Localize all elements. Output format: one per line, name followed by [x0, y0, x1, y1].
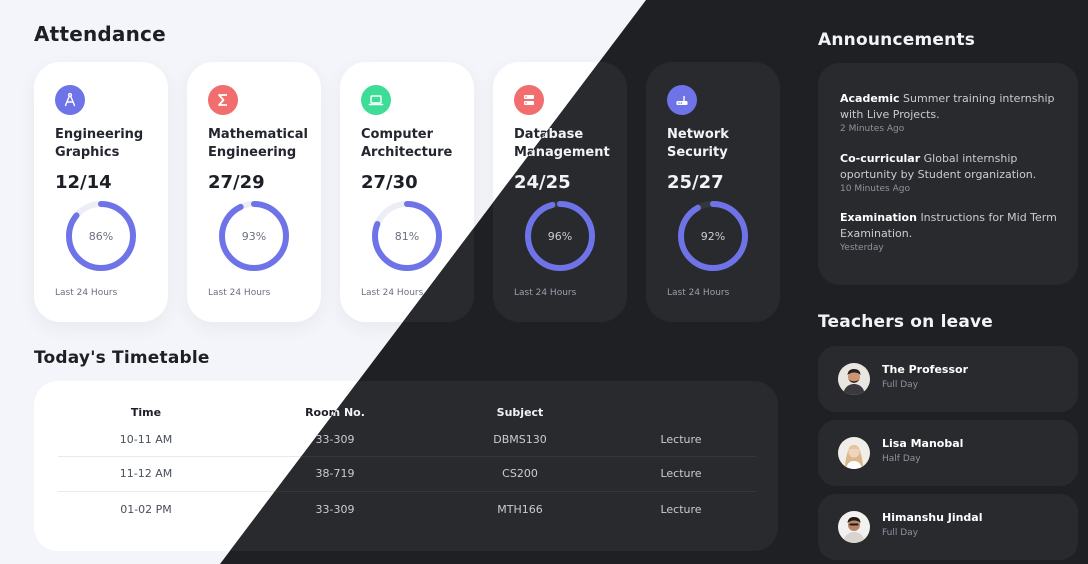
attendance-count: 27/29 [208, 172, 265, 193]
avatar [838, 363, 870, 395]
table-cell-subject: DBMS130 [493, 433, 547, 446]
teacher-name: The Professor [882, 363, 968, 376]
course-name: Engineering Graphics [55, 127, 144, 160]
course-name: Computer Architecture [361, 127, 453, 160]
attendance-percent: 93% [241, 229, 267, 243]
attendance-card[interactable]: Network Security 25/27 92% Last 24 Hours [646, 62, 780, 322]
table-cell-subject: CS200 [502, 467, 538, 480]
leave-duration: Full Day [882, 528, 919, 538]
attendance-card[interactable]: Engineering Graphics 12/14 86% Last 24 Hour… [34, 62, 168, 322]
announcement-item[interactable]: Academic Summer training internship with… [840, 91, 1062, 134]
table-cell-time: 11-12 AM [119, 467, 173, 480]
attendance-percent: 81% [394, 229, 420, 243]
attendance-percent: 92% [700, 229, 726, 243]
router-icon [667, 85, 697, 115]
leave-duration: Full Day [882, 380, 919, 390]
compass-icon [55, 85, 85, 115]
table-cell-time: 10-11 AM [119, 433, 173, 446]
attendance-percent: 96% [547, 229, 573, 243]
table-cell-room: 33-309 [315, 503, 355, 516]
card-footer: Last 24 Hours [55, 288, 118, 298]
attendance-title: Attendance [34, 22, 166, 46]
teacher-card[interactable]: The Professor Full Day [818, 346, 1078, 412]
laptop-icon [361, 85, 391, 115]
teachers-on-leave-title: Teachers on leave [818, 312, 994, 332]
attendance-percent: 86% [88, 229, 114, 243]
attendance-count: 27/30 [361, 172, 418, 193]
announcement-category: Co-curricular [840, 152, 921, 165]
teacher-card[interactable]: Lisa Manobal Half Day [818, 420, 1078, 486]
sigma-icon [208, 85, 238, 115]
course-name: Mathematical Engineering [208, 127, 308, 160]
attendance-count: 12/14 [55, 172, 112, 193]
timetable-title: Today's Timetable [34, 348, 210, 368]
teacher-name: Himanshu Jindal [882, 511, 983, 524]
server-icon [514, 85, 544, 115]
attendance-count: 25/27 [667, 172, 724, 193]
table-cell-type: Lecture [660, 433, 702, 446]
announcement-category: Examination [840, 211, 917, 224]
announcements-title: Announcements [818, 30, 976, 50]
column-header-time: Time [130, 406, 162, 419]
card-footer: Last 24 Hours [667, 288, 730, 298]
attendance-card[interactable]: Mathematical Engineering 27/29 93% Last 24 … [187, 62, 321, 322]
announcement-time: 2 Minutes Ago [840, 124, 905, 134]
table-cell-room: 38-719 [315, 467, 355, 480]
table-cell-subject: MTH166 [497, 503, 543, 516]
course-name: Network Security [667, 127, 729, 160]
announcement-item[interactable]: Examination Instructions for Mid Term Ex… [840, 210, 1062, 253]
column-header-subject: Subject [496, 406, 544, 419]
card-footer: Last 24 Hours [361, 288, 424, 298]
teacher-name: Lisa Manobal [882, 437, 964, 450]
avatar [838, 437, 870, 469]
avatar [838, 511, 870, 543]
announcement-item[interactable]: Co-curricular Global internship oportuni… [840, 151, 1062, 194]
attendance-count: 24/25 [514, 172, 571, 193]
announcement-time: Yesterday [840, 243, 884, 253]
teacher-card[interactable]: Himanshu Jindal Full Day [818, 494, 1078, 560]
announcement-category: Academic [840, 92, 900, 105]
announcement-time: 10 Minutes Ago [840, 184, 910, 194]
leave-duration: Half Day [882, 454, 921, 464]
card-footer: Last 24 Hours [208, 288, 271, 298]
table-cell-type: Lecture [660, 467, 702, 480]
table-cell-type: Lecture [660, 503, 702, 516]
table-cell-time: 01-02 PM [120, 503, 172, 516]
card-footer: Last 24 Hours [514, 288, 577, 298]
